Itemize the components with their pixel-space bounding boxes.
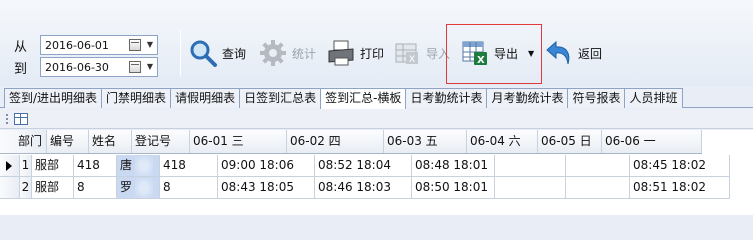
grid-header: 部门 编号 姓名 登记号 06-01 三 06-02 四 06-03 五 06-… (0, 130, 702, 154)
from-label: 从 (14, 39, 28, 55)
column-header[interactable]: 登记号 (132, 130, 190, 153)
column-header[interactable]: 姓名 (89, 130, 132, 153)
query-button[interactable]: 查询 (188, 38, 246, 68)
day-cell[interactable]: 08:43 18:05 (218, 177, 315, 199)
day-cell[interactable] (566, 177, 630, 199)
column-header[interactable]: 编号 (47, 130, 89, 153)
id-cell[interactable]: 8 (74, 177, 117, 199)
to-label: 到 (14, 61, 28, 77)
stats-button[interactable]: 统计 (258, 38, 316, 68)
tab-leave-detail[interactable]: 请假明细表 (170, 88, 241, 108)
gear-icon (258, 38, 288, 68)
calendar-icon[interactable] (129, 61, 141, 73)
column-header[interactable]: 06-04 六 (467, 130, 538, 153)
day-cell[interactable] (495, 155, 566, 177)
printer-icon (326, 38, 356, 68)
magnifier-icon (188, 38, 218, 68)
import-button[interactable]: X 导入 (392, 38, 450, 68)
day-cell[interactable]: 09:00 18:06 (218, 155, 315, 177)
column-header[interactable]: 06-02 四 (287, 130, 384, 153)
grid-toolbar (0, 109, 753, 129)
tab-daily-signin-summary[interactable]: 日签到汇总表 (239, 88, 322, 108)
print-label: 打印 (360, 46, 385, 61)
back-label: 返回 (578, 46, 603, 61)
print-button[interactable]: 打印 (326, 38, 384, 68)
column-header[interactable]: 06-06 一 (602, 130, 702, 153)
tab-monthly-attendance[interactable]: 月考勤统计表 (486, 88, 569, 108)
tab-symbol-report[interactable]: 符号报表 (567, 88, 626, 108)
data-grid: 部门 编号 姓名 登记号 06-01 三 06-02 四 06-03 五 06-… (0, 130, 753, 215)
column-header[interactable]: 06-03 五 (384, 130, 467, 153)
chevron-down-icon[interactable]: ▼ (147, 62, 153, 71)
column-header[interactable]: 部门 (18, 130, 42, 153)
day-cell[interactable] (495, 177, 566, 199)
toolbar: 从 2016-06-01 ▼ 到 2016-06-30 ▼ 查询 统计 打印 X… (0, 0, 753, 86)
name-text: 罗 (120, 180, 133, 194)
column-header[interactable]: 06-01 三 (190, 130, 287, 153)
table-icon[interactable] (14, 113, 28, 125)
table-row[interactable]: 1 服部 418 唐 418 09:00 18:06 08:52 18:04 0… (0, 155, 730, 177)
svg-text:X: X (409, 55, 415, 65)
name-cell[interactable]: 唐 (117, 155, 160, 177)
blurred-redaction (135, 178, 153, 198)
day-cell[interactable]: 08:48 18:01 (412, 155, 495, 177)
tab-access-detail[interactable]: 门禁明细表 (101, 88, 172, 108)
calendar-icon[interactable] (129, 39, 141, 51)
row-header[interactable] (0, 155, 20, 177)
register-no-cell[interactable]: 418 (160, 155, 218, 177)
table-row[interactable]: 2 服部 8 罗 8 08:43 18:05 08:46 18:03 08:50… (0, 177, 730, 199)
name-text: 唐 (120, 158, 133, 172)
name-cell[interactable]: 罗 (117, 177, 160, 199)
department-cell[interactable]: 服部 (32, 177, 74, 199)
day-cell[interactable] (566, 155, 630, 177)
tab-signin-detail[interactable]: 签到/进出明细表 (4, 88, 103, 108)
register-no-cell[interactable]: 8 (160, 177, 218, 199)
id-cell[interactable]: 418 (74, 155, 117, 177)
chevron-down-icon[interactable]: ▼ (147, 40, 153, 49)
tab-signin-summary-horizontal[interactable]: 签到汇总-横板 (320, 88, 407, 109)
tab-daily-attendance[interactable]: 日考勤统计表 (405, 88, 488, 108)
day-cell[interactable]: 08:46 18:03 (315, 177, 412, 199)
to-date-picker[interactable]: 2016-06-30 ▼ (40, 57, 158, 77)
row-number: 1 (20, 155, 32, 177)
to-date-value: 2016-06-30 (45, 60, 109, 74)
export-highlight-box (446, 24, 542, 84)
query-label: 查询 (222, 46, 247, 61)
back-button[interactable]: 返回 (544, 38, 602, 68)
day-cell[interactable]: 08:52 18:04 (315, 155, 412, 177)
to-date-row: 到 2016-06-30 ▼ (14, 56, 158, 78)
grip-handle[interactable] (6, 114, 8, 124)
stats-label: 统计 (292, 46, 317, 61)
import-sheet-icon: X (392, 38, 422, 68)
department-cell[interactable]: 服部 (32, 155, 74, 177)
row-header[interactable] (0, 177, 20, 199)
from-date-value: 2016-06-01 (45, 38, 109, 52)
day-cell[interactable]: 08:45 18:02 (630, 155, 730, 177)
blurred-redaction (135, 156, 153, 176)
row-number: 2 (20, 177, 32, 199)
column-header[interactable]: 06-05 日 (538, 130, 602, 153)
back-arrow-icon (544, 38, 574, 68)
tab-staff-schedule[interactable]: 人员排班 (624, 88, 683, 108)
from-date-picker[interactable]: 2016-06-01 ▼ (40, 35, 158, 55)
toolbar-separator (180, 30, 181, 76)
day-cell[interactable]: 08:50 18:01 (412, 177, 495, 199)
day-cell[interactable]: 08:51 18:02 (630, 177, 730, 199)
current-row-arrow-icon (6, 161, 12, 171)
from-date-row: 从 2016-06-01 ▼ (14, 34, 158, 56)
report-tabs: 签到/进出明细表 门禁明细表 请假明细表 日签到汇总表 签到汇总-横板 日考勤统… (0, 88, 753, 109)
corner-cell: 部门 (0, 130, 47, 153)
